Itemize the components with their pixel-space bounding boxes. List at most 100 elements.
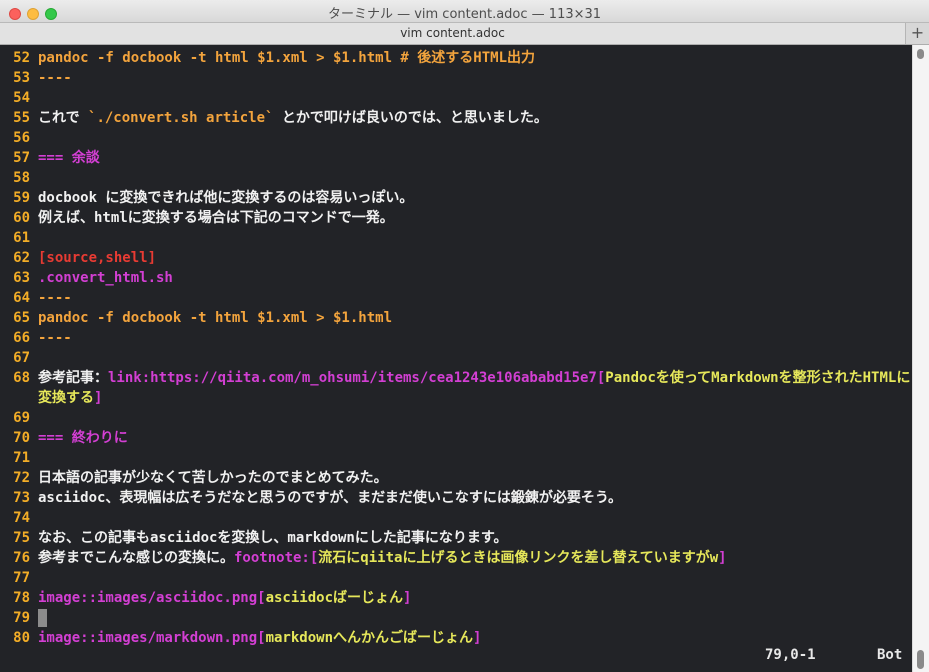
line-number: 72 xyxy=(13,470,30,486)
line-number: 54 xyxy=(13,90,30,106)
editor-line[interactable]: 66 ---- xyxy=(0,328,72,348)
line-number: 68 xyxy=(13,370,30,386)
text-segment: とかで叩けば良いのでは、と思いました。 xyxy=(273,110,548,126)
editor-line[interactable]: 70 === 終わりに xyxy=(0,428,128,448)
editor-line[interactable]: 78 image::images/asciidoc.png[asciidocばーじ… xyxy=(0,588,411,608)
editor-line[interactable]: 79 xyxy=(0,608,47,628)
text-segment: ---- xyxy=(38,290,72,306)
editor-line[interactable]: 68 参考記事：link:https://qiita.com/m_ohsumi/i… xyxy=(0,368,910,388)
editor-line[interactable]: 75 なお、この記事もasciidocを変換し、markdownにした記事になりま… xyxy=(0,528,507,548)
line-text: .convert_html.sh xyxy=(38,268,173,288)
text-segment: ---- xyxy=(38,330,72,346)
line-text: docbook に変換できれば他に変換するのは容易いっぽい。 xyxy=(38,188,413,208)
editor-line[interactable]: 69 xyxy=(0,408,38,428)
line-text: image::images/markdown.png[markdownへんかんご… xyxy=(38,628,481,648)
line-text: === 終わりに xyxy=(38,428,128,448)
text-segment: 日本語の記事が少なくて苦しかったのでまとめてみた。 xyxy=(38,470,388,486)
editor-line[interactable]: 76 参考までこんな感じの変換に。footnote:[流石にqiitaに上げるとき… xyxy=(0,548,727,568)
line-text: 変換する] xyxy=(38,388,102,408)
text-segment: Pandocを使ってMarkdownを整形されたHTMLに xyxy=(605,370,911,386)
text-segment: pandoc -f docbook -t html $1.xml > $1.ht… xyxy=(38,310,393,326)
editor-line[interactable]: 62 [source,shell] xyxy=(0,248,156,268)
line-text: 日本語の記事が少なくて苦しかったのでまとめてみた。 xyxy=(38,468,388,488)
line-number: 62 xyxy=(13,250,30,266)
text-segment: === 余談 xyxy=(38,150,100,166)
editor-line[interactable]: 54 xyxy=(0,88,38,108)
line-number: 71 xyxy=(13,450,30,466)
text-segment: なお、この記事もasciidocを変換し、markdownにした記事になります。 xyxy=(38,530,508,546)
editor-line[interactable]: 63 .convert_html.sh xyxy=(0,268,173,288)
editor-line[interactable]: 61 xyxy=(0,228,38,248)
text-segment: 流石にqiitaに上げるときは画像リンクを差し替えていますがw xyxy=(318,550,719,566)
editor-line[interactable]: 65 pandoc -f docbook -t html $1.xml > $1.… xyxy=(0,308,392,328)
text-segment: footnote:[ xyxy=(234,550,319,566)
line-text: ---- xyxy=(38,328,72,348)
text-segment: 参考記事： xyxy=(38,370,108,386)
text-cursor xyxy=(38,609,47,627)
editor-line[interactable]: 77 xyxy=(0,568,38,588)
editor-line[interactable]: 変換する] xyxy=(0,388,102,408)
line-number: 64 xyxy=(13,290,30,306)
editor-line[interactable]: 53 ---- xyxy=(0,68,72,88)
text-segment: 参考までこんな感じの変換に。 xyxy=(38,550,234,566)
scrollbar-thumb[interactable] xyxy=(917,650,924,669)
editor-line[interactable]: 73 asciidoc、表現幅は広そうだなと思うのですが、まだまだ使いこなすには鍛… xyxy=(0,488,622,508)
editor-line[interactable]: 57 === 余談 xyxy=(0,148,100,168)
line-text xyxy=(38,608,47,628)
editor-line[interactable]: 67 xyxy=(0,348,38,368)
text-segment: asciidocばーじょん xyxy=(265,590,404,606)
scrollbar-top-thumb[interactable] xyxy=(917,49,924,59)
editor-line[interactable]: 64 ---- xyxy=(0,288,72,308)
text-segment: 例えば、htmlに変換する場合は下記のコマンドで一発。 xyxy=(38,210,394,226)
editor-line[interactable]: 58 xyxy=(0,168,38,188)
text-segment: .convert_html.sh xyxy=(38,270,173,286)
window-title: ターミナル — vim content.adoc — 113×31 xyxy=(327,7,602,22)
line-number: 79 xyxy=(13,610,30,626)
scrollbar[interactable] xyxy=(912,45,929,672)
scroll-indicator: Bot xyxy=(877,647,903,663)
line-text: 例えば、htmlに変換する場合は下記のコマンドで一発。 xyxy=(38,208,394,228)
line-number: 77 xyxy=(13,570,30,586)
line-text: なお、この記事もasciidocを変換し、markdownにした記事になります。 xyxy=(38,528,507,548)
line-number: 52 xyxy=(13,50,30,66)
editor-line[interactable]: 52 pandoc -f docbook -t html $1.xml > $1.… xyxy=(0,48,535,68)
text-segment: ] xyxy=(718,550,727,566)
new-tab-button[interactable]: + xyxy=(906,23,929,44)
title-bar[interactable]: ターミナル — vim content.adoc — 113×31 xyxy=(0,0,929,23)
line-text: これで `./convert.sh article` とかで叩けば良いのでは、と… xyxy=(38,108,548,128)
terminal-window: ターミナル — vim content.adoc — 113×31 vim co… xyxy=(0,0,929,672)
editor-line[interactable]: 71 xyxy=(0,448,38,468)
tab-bar: vim content.adoc + xyxy=(0,23,929,45)
vim-editor[interactable]: 52 pandoc -f docbook -t html $1.xml > $1.… xyxy=(0,45,912,672)
text-segment: pandoc -f docbook -t html $1.xml > $1.ht… xyxy=(38,50,536,66)
text-segment: `./convert.sh article` xyxy=(88,110,274,126)
line-number: 65 xyxy=(13,310,30,326)
editor-line[interactable]: 56 xyxy=(0,128,38,148)
line-text: image::images/asciidoc.png[asciidocばーじょん… xyxy=(38,588,411,608)
line-number: 56 xyxy=(13,130,30,146)
line-number: 74 xyxy=(13,510,30,526)
text-segment: link:https://qiita.com/m_ohsumi/items/ce… xyxy=(108,370,606,386)
editor-line[interactable]: 80 image::images/markdown.png[markdownへんか… xyxy=(0,628,481,648)
text-segment: ] xyxy=(94,390,103,406)
editor-line[interactable]: 74 xyxy=(0,508,38,528)
editor-line[interactable]: 55 これで `./convert.sh article` とかで叩けば良いのでは… xyxy=(0,108,548,128)
line-text: [source,shell] xyxy=(38,248,156,268)
tab-vim-content[interactable]: vim content.adoc xyxy=(0,23,906,44)
line-text: pandoc -f docbook -t html $1.xml > $1.ht… xyxy=(38,48,535,68)
line-number: 58 xyxy=(13,170,30,186)
line-text: pandoc -f docbook -t html $1.xml > $1.ht… xyxy=(38,308,392,328)
text-segment: docbook に変換できれば他に変換するのは容易いっぽい。 xyxy=(38,190,414,206)
editor-line[interactable]: 72 日本語の記事が少なくて苦しかったのでまとめてみた。 xyxy=(0,468,388,488)
text-segment: ---- xyxy=(38,70,72,86)
cursor-position: 79,0-1 xyxy=(765,647,816,663)
line-number: 70 xyxy=(13,430,30,446)
line-number: 69 xyxy=(13,410,30,426)
line-number: 66 xyxy=(13,330,30,346)
text-segment: 変換する xyxy=(38,390,94,406)
line-number: 80 xyxy=(13,630,30,646)
line-number: 78 xyxy=(13,590,30,606)
line-number: 63 xyxy=(13,270,30,286)
editor-line[interactable]: 59 docbook に変換できれば他に変換するのは容易いっぽい。 xyxy=(0,188,413,208)
editor-line[interactable]: 60 例えば、htmlに変換する場合は下記のコマンドで一発。 xyxy=(0,208,394,228)
